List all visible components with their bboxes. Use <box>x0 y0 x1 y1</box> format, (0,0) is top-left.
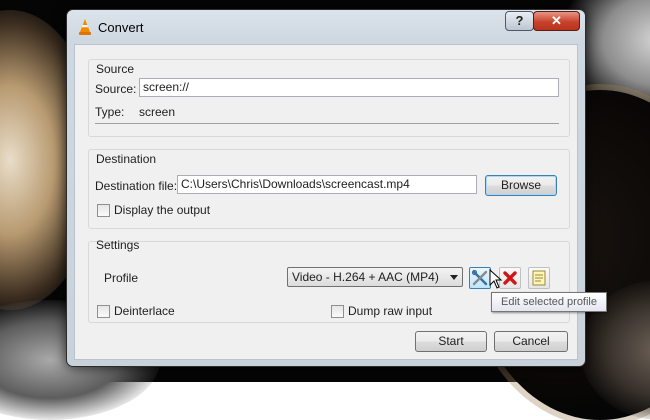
source-group: Source <box>88 59 570 137</box>
chevron-down-icon <box>450 275 458 280</box>
destination-file-label: Destination file: <box>95 179 178 193</box>
delete-profile-icon <box>503 271 517 285</box>
settings-group-title: Settings <box>96 238 140 252</box>
convert-dialog: Convert ? ✕ Source Source: screen:// Typ… <box>66 9 586 367</box>
profile-label: Profile <box>104 271 139 285</box>
display-output-checkbox[interactable] <box>97 204 110 217</box>
profile-select[interactable]: Video - H.264 + AAC (MP4) <box>287 267 463 287</box>
deinterlace-label: Deinterlace <box>114 304 175 318</box>
new-profile-icon <box>532 270 546 286</box>
cancel-button[interactable]: Cancel <box>494 331 568 352</box>
new-profile-button[interactable] <box>528 267 550 289</box>
destination-group-title: Destination <box>96 152 157 166</box>
edit-profile-button[interactable] <box>469 267 491 289</box>
help-button[interactable]: ? <box>505 11 534 31</box>
source-label: Source: <box>95 82 137 96</box>
dump-raw-input-checkbox[interactable] <box>331 305 344 318</box>
type-value: screen <box>139 105 176 119</box>
source-input[interactable]: screen:// <box>139 78 559 97</box>
source-divider <box>95 123 559 124</box>
source-group-title: Source <box>96 62 135 76</box>
dump-raw-input-label: Dump raw input <box>348 304 433 318</box>
display-output-label: Display the output <box>114 203 211 217</box>
window-title: Convert <box>98 20 144 35</box>
mouse-cursor-icon <box>489 269 503 289</box>
edit-profile-icon <box>471 269 488 286</box>
deinterlace-checkbox[interactable] <box>97 305 110 318</box>
vlc-cone-icon <box>79 19 91 35</box>
close-button[interactable]: ✕ <box>533 11 580 31</box>
edit-profile-tooltip: Edit selected profile <box>491 292 607 312</box>
type-label: Type: <box>95 105 125 119</box>
browse-button[interactable]: Browse <box>485 175 557 196</box>
dialog-body: Source Source: screen:// Type: screen De… <box>74 44 578 360</box>
destination-file-input[interactable]: C:\Users\Chris\Downloads\screencast.mp4 <box>177 175 477 194</box>
title-bar[interactable]: Convert ? ✕ <box>67 10 585 44</box>
profile-selected-value: Video - H.264 + AAC (MP4) <box>292 270 439 284</box>
start-button[interactable]: Start <box>415 331 487 352</box>
